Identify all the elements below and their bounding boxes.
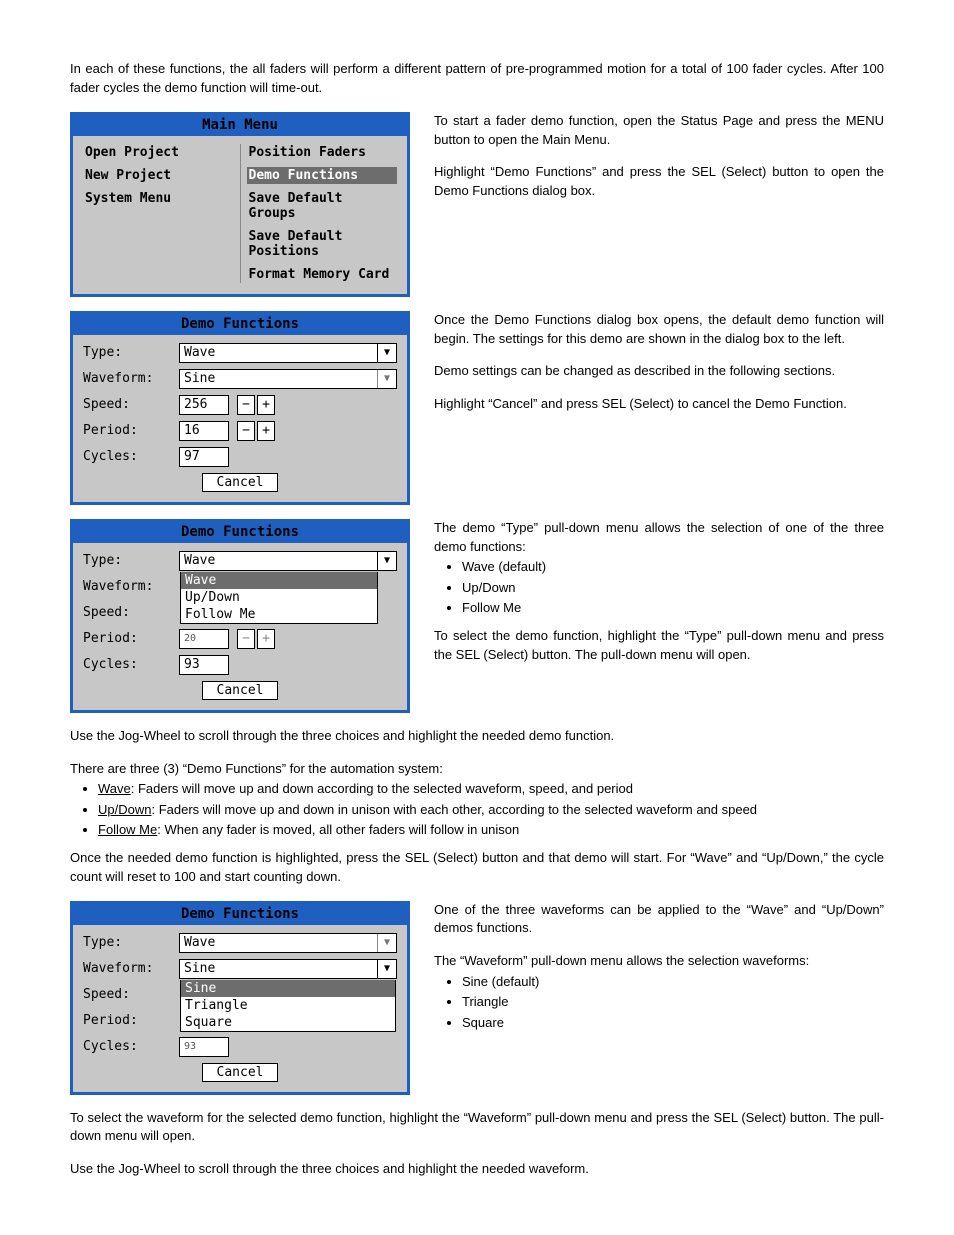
speed-minus-button[interactable]: − [237,395,255,415]
menu-system-menu[interactable]: System Menu [83,190,234,207]
waveform-label: Waveform: [83,371,171,386]
dialog-title: Demo Functions [73,314,407,335]
demo1-desc-1: Once the Demo Functions dialog box opens… [434,311,884,349]
period-label: Period: [83,1013,171,1028]
cycles-value: 97 [179,447,229,467]
cycles-label: Cycles: [83,1039,171,1054]
waveform-bullet-sine: Sine (default) [462,973,884,991]
main-menu-desc-1: To start a fader demo function, open the… [434,112,884,150]
main-menu-desc-2: Highlight “Demo Functions” and press the… [434,163,884,201]
period-minus-button[interactable]: − [237,629,255,649]
mid-p1: Use the Jog-Wheel to scroll through the … [70,727,884,746]
cycles-value: 93 [179,655,229,675]
speed-label: Speed: [83,605,171,620]
demo-func-bullet-followme: Follow Me: When any fader is moved, all … [98,821,884,839]
waveform-option-triangle[interactable]: Triangle [181,997,395,1014]
mid-p2: There are three (3) “Demo Functions” for… [70,760,884,779]
dialog-title: Demo Functions [73,904,407,925]
type-bullet-wave: Wave (default) [462,558,884,576]
demo3-desc-1: One of the three waveforms can be applie… [434,901,884,939]
period-plus-button[interactable]: + [257,629,275,649]
speed-plus-button[interactable]: + [257,395,275,415]
period-input-partial[interactable]: 20 [179,629,229,649]
period-minus-button[interactable]: − [237,421,255,441]
menu-demo-functions[interactable]: Demo Functions [247,167,398,184]
demo2-desc-1: The demo “Type” pull-down menu allows th… [434,519,884,557]
menu-save-default-positions[interactable]: Save Default Positions [247,228,398,260]
cycles-label: Cycles: [83,657,171,672]
period-input[interactable]: 16 [179,421,229,441]
intro-paragraph: In each of these functions, the all fade… [70,60,884,98]
chevron-down-icon: ▼ [377,960,396,978]
speed-label: Speed: [83,987,171,1002]
type-option-updown[interactable]: Up/Down [181,589,377,606]
waveform-select-open[interactable]: Sine ▼ Sine Triangle Square [179,959,397,979]
type-select-open[interactable]: Wave ▼ Wave Up/Down Follow Me [179,551,397,571]
demo1-desc-3: Highlight “Cancel” and press SEL (Select… [434,395,884,414]
type-label: Type: [83,345,171,360]
type-option-wave[interactable]: Wave [181,572,377,589]
main-menu-dialog: Main Menu Open Project New Project Syste… [70,112,410,297]
menu-save-default-groups[interactable]: Save Default Groups [247,190,398,222]
cancel-button[interactable]: Cancel [202,681,279,700]
type-bullet-updown: Up/Down [462,579,884,597]
mid-p3: Once the needed demo function is highlig… [70,849,884,887]
demo-func-bullet-wave: Wave: Faders will move up and down accor… [98,780,884,798]
dialog-title: Demo Functions [73,522,407,543]
waveform-select[interactable]: Sine ▼ [179,369,397,389]
waveform-label: Waveform: [83,961,171,976]
period-label: Period: [83,631,171,646]
demo-functions-dialog-3: Demo Functions Type: Wave ▼ Waveform: Si… [70,901,410,1095]
demo1-desc-2: Demo settings can be changed as describe… [434,362,884,381]
demo3-desc-2: The “Waveform” pull-down menu allows the… [434,952,884,971]
waveform-bullet-triangle: Triangle [462,993,884,1011]
end-p1: To select the waveform for the selected … [70,1109,884,1147]
dialog-title: Main Menu [73,115,407,136]
cycles-label: Cycles: [83,449,171,464]
demo-func-bullet-updown: Up/Down: Faders will move up and down in… [98,801,884,819]
waveform-options: Sine Triangle Square [180,980,396,1032]
chevron-down-icon: ▼ [377,344,396,362]
demo-functions-dialog-1: Demo Functions Type: Wave ▼ Waveform: Si… [70,311,410,505]
menu-open-project[interactable]: Open Project [83,144,234,161]
type-label: Type: [83,935,171,950]
type-label: Type: [83,553,171,568]
waveform-label: Waveform: [83,579,171,594]
menu-position-faders[interactable]: Position Faders [247,144,398,161]
speed-input[interactable]: 256 [179,395,229,415]
chevron-down-icon: ▼ [377,934,396,952]
type-bullet-followme: Follow Me [462,599,884,617]
cycles-partial: 93 [179,1037,229,1057]
chevron-down-icon: ▼ [377,552,396,570]
type-options: Wave Up/Down Follow Me [180,572,378,624]
menu-format-memory-card[interactable]: Format Memory Card [247,266,398,283]
menu-new-project[interactable]: New Project [83,167,234,184]
waveform-option-square[interactable]: Square [181,1014,395,1031]
speed-label: Speed: [83,397,171,412]
period-label: Period: [83,423,171,438]
cancel-button[interactable]: Cancel [202,1063,279,1082]
cancel-button[interactable]: Cancel [202,473,279,492]
type-select[interactable]: Wave ▼ [179,933,397,953]
chevron-down-icon: ▼ [377,370,396,388]
period-plus-button[interactable]: + [257,421,275,441]
waveform-option-sine[interactable]: Sine [181,980,395,997]
demo2-desc-2: To select the demo function, highlight t… [434,627,884,665]
type-option-followme[interactable]: Follow Me [181,606,377,623]
demo-functions-dialog-2: Demo Functions Type: Wave ▼ Wave Up/Down… [70,519,410,713]
type-select[interactable]: Wave ▼ [179,343,397,363]
waveform-bullet-square: Square [462,1014,884,1032]
end-p2: Use the Jog-Wheel to scroll through the … [70,1160,884,1179]
